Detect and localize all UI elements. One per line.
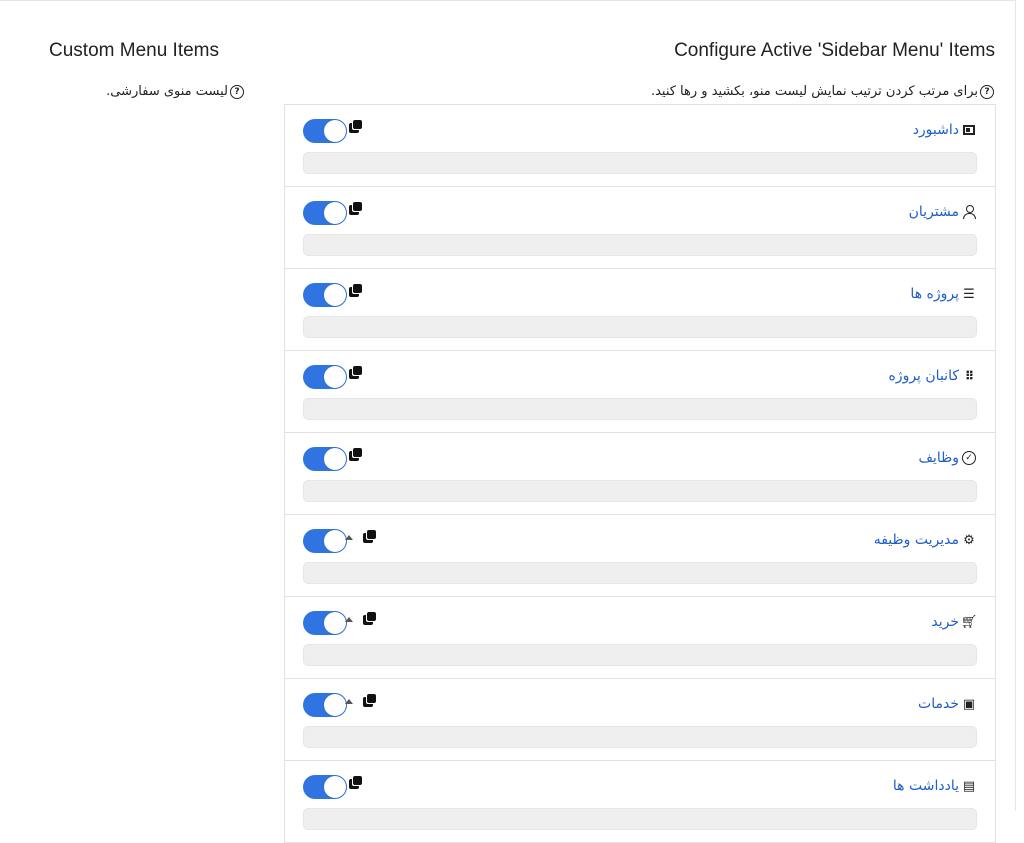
sidebar-config-help: ? برای مرتب کردن ترتیب نمایش لیست منو، ب…	[651, 84, 994, 99]
menu-item-link[interactable]: ▣ خدمات	[918, 696, 977, 712]
note-icon: ▤	[962, 778, 976, 794]
copy-icon[interactable]	[349, 366, 363, 380]
enable-toggle[interactable]	[303, 365, 347, 389]
menu-item-customers[interactable]: مشتریان	[285, 187, 995, 269]
menu-item-tasks[interactable]: ✓ وظایف	[285, 433, 995, 515]
menu-item-kanban[interactable]: ⠿ کانبان پروژه	[285, 351, 995, 433]
copy-icon[interactable]	[349, 448, 363, 462]
menu-item-label: مدیریت وظیفه	[873, 532, 959, 548]
enable-toggle[interactable]	[303, 119, 347, 143]
menu-item-link[interactable]: ⠿ کانبان پروژه	[888, 368, 977, 384]
menu-item-link[interactable]: داشبورد	[913, 122, 977, 138]
panel-border	[1015, 0, 1016, 811]
dashboard-icon	[961, 125, 977, 135]
sidebar-menu-list: داشبورد مشتریان ☰ پروژه ها ⠿ کانبان پروژ…	[284, 104, 996, 843]
question-circle-icon: ?	[230, 84, 244, 99]
menu-item-services[interactable]: ▣ خدمات	[285, 679, 995, 761]
drag-area[interactable]	[303, 480, 977, 502]
caret-up-icon[interactable]	[345, 699, 353, 704]
caret-up-icon[interactable]	[345, 617, 353, 622]
copy-icon[interactable]	[363, 530, 377, 544]
services-icon: ▣	[962, 696, 976, 712]
menu-item-label: داشبورد	[912, 122, 959, 138]
caret-up-icon[interactable]	[345, 535, 353, 540]
user-icon	[961, 205, 977, 219]
menu-item-purchase[interactable]: 🛒︎ خرید	[285, 597, 995, 679]
menu-item-projects[interactable]: ☰ پروژه ها	[285, 269, 995, 351]
menu-item-label: پروژه ها	[910, 286, 959, 302]
drag-area[interactable]	[303, 234, 977, 256]
enable-toggle[interactable]	[303, 447, 347, 471]
copy-icon[interactable]	[349, 284, 363, 298]
copy-icon[interactable]	[349, 120, 363, 134]
menu-item-link[interactable]: ▤ یادداشت ها	[893, 778, 977, 794]
menu-item-link[interactable]: 🛒︎ خرید	[931, 614, 977, 630]
copy-icon[interactable]	[363, 694, 377, 708]
drag-area[interactable]	[303, 398, 977, 420]
copy-icon[interactable]	[363, 612, 377, 626]
enable-toggle[interactable]	[303, 283, 347, 307]
drag-area[interactable]	[303, 562, 977, 584]
custom-menu-title: Custom Menu Items	[49, 40, 219, 61]
enable-toggle[interactable]	[303, 611, 347, 635]
question-circle-icon: ?	[980, 84, 994, 99]
menu-item-label: خدمات	[918, 696, 959, 712]
enable-toggle[interactable]	[303, 775, 347, 799]
menu-item-link[interactable]: ✓ وظایف	[918, 450, 977, 466]
menu-item-task-management[interactable]: ⚙ مدیریت وظیفه	[285, 515, 995, 597]
top-border	[0, 0, 1015, 1]
menu-item-dashboard[interactable]: داشبورد	[285, 104, 995, 187]
menu-item-link[interactable]: مشتریان	[909, 204, 977, 220]
cart-icon: 🛒︎	[960, 614, 978, 630]
custom-menu-help: ? لیست منوی سفارشی.	[106, 84, 244, 99]
menu-item-link[interactable]: ☰ پروژه ها	[910, 286, 977, 302]
check-circle-icon: ✓	[961, 451, 977, 465]
copy-icon[interactable]	[349, 776, 363, 790]
gears-icon: ⚙	[963, 532, 975, 548]
enable-toggle[interactable]	[303, 201, 347, 225]
menu-item-label: یادداشت ها	[892, 778, 959, 794]
menu-item-label: مشتریان	[908, 204, 959, 220]
projects-icon: ☰	[963, 286, 975, 302]
sidebar-config-title: Configure Active 'Sidebar Menu' Items	[674, 40, 995, 61]
copy-icon[interactable]	[349, 202, 363, 216]
drag-area[interactable]	[303, 152, 977, 174]
custom-menu-help-text: لیست منوی سفارشی.	[106, 84, 228, 99]
drag-area[interactable]	[303, 726, 977, 748]
sidebar-config-help-text: برای مرتب کردن ترتیب نمایش لیست منو، بکش…	[650, 84, 978, 99]
menu-item-label: خرید	[931, 614, 959, 630]
menu-item-label: وظایف	[918, 450, 959, 466]
drag-area[interactable]	[303, 644, 977, 666]
menu-item-link[interactable]: ⚙ مدیریت وظیفه	[874, 532, 977, 548]
drag-area[interactable]	[303, 316, 977, 338]
menu-item-label: کانبان پروژه	[888, 368, 959, 384]
drag-area[interactable]	[303, 808, 977, 830]
kanban-icon: ⠿	[964, 369, 974, 383]
enable-toggle[interactable]	[303, 529, 347, 553]
menu-item-notes[interactable]: ▤ یادداشت ها	[285, 761, 995, 843]
enable-toggle[interactable]	[303, 693, 347, 717]
